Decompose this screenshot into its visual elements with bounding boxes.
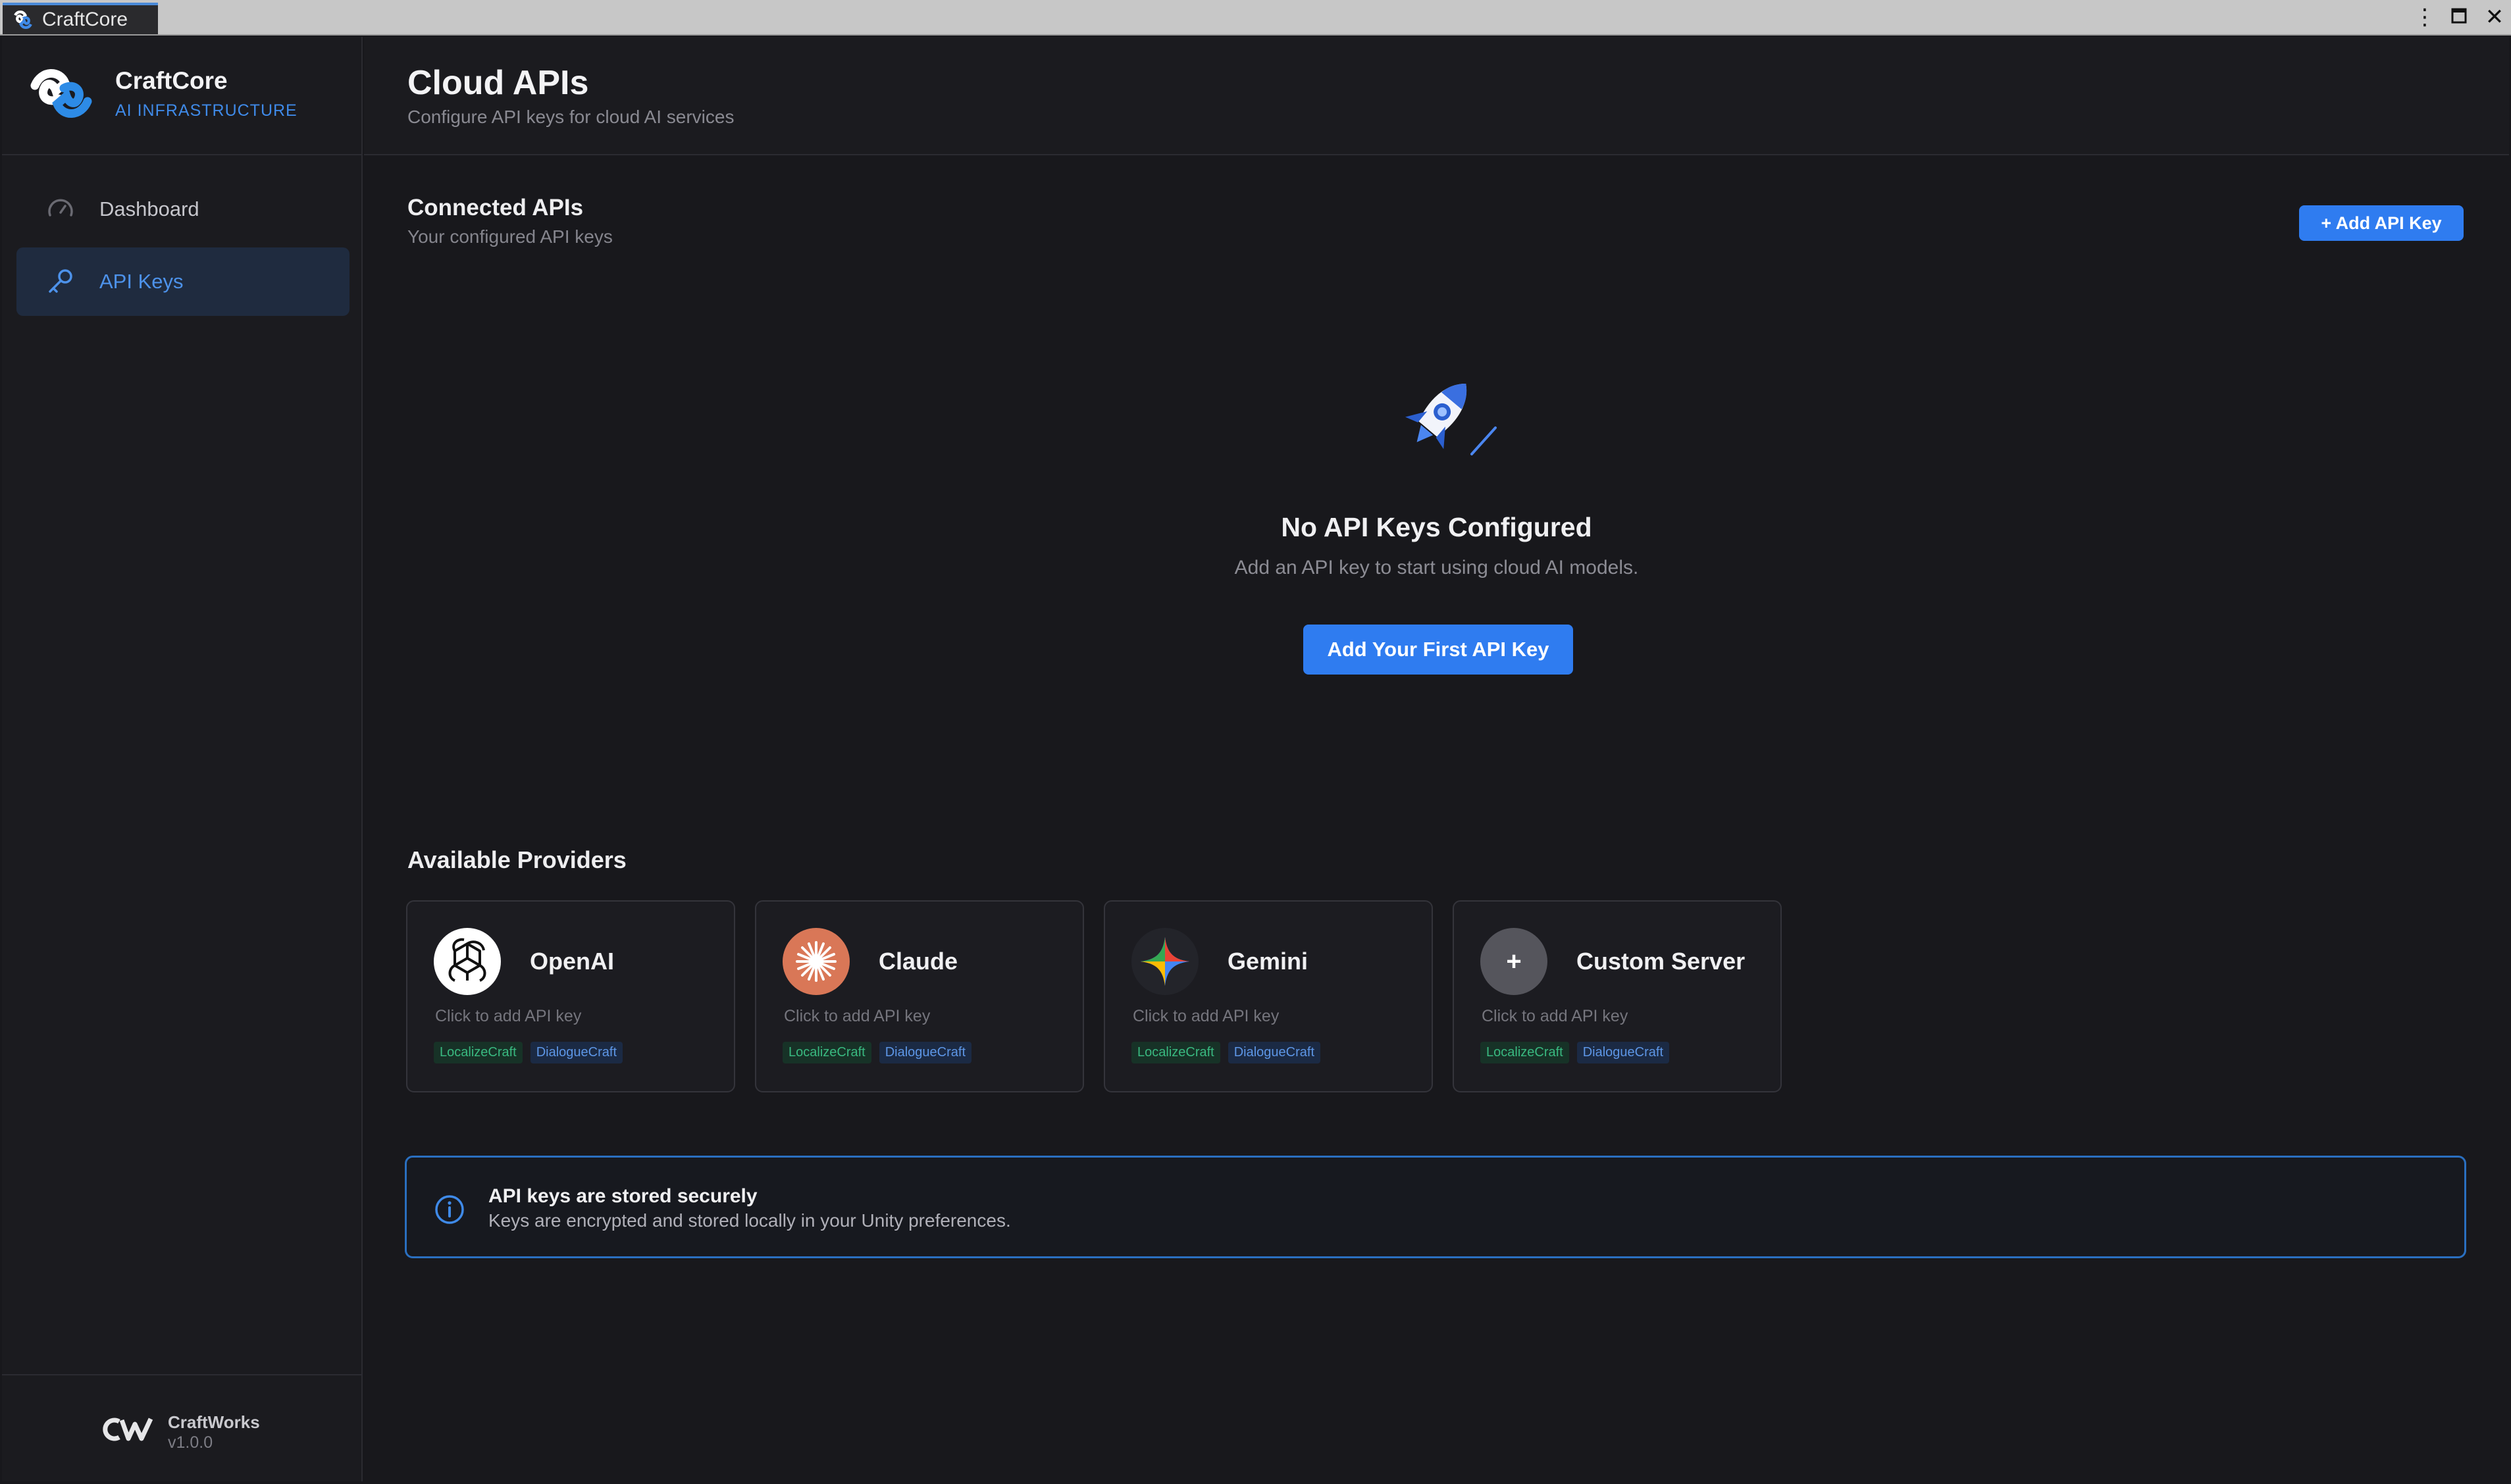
provider-tags: LocalizeCraft DialogueCraft — [1131, 1042, 1321, 1063]
info-icon — [435, 1195, 464, 1224]
empty-state-title: No API Keys Configured — [1281, 512, 1592, 542]
openai-icon — [434, 928, 501, 995]
window-tab[interactable]: CraftCore — [3, 3, 158, 34]
empty-state-description: Add an API key to start using cloud AI m… — [1234, 557, 1639, 578]
connected-apis-title: Connected APIs — [407, 195, 584, 220]
provider-hint: Click to add API key — [1133, 1007, 1280, 1025]
provider-card-claude[interactable]: Claude Click to add API key LocalizeCraf… — [755, 900, 1084, 1092]
key-icon — [49, 269, 72, 293]
close-icon[interactable]: ✕ — [2485, 4, 2504, 30]
main-content: Cloud APIs Configure API keys for cloud … — [364, 37, 2509, 1481]
page-title: Cloud APIs — [407, 64, 589, 102]
provider-hint: Click to add API key — [784, 1007, 931, 1025]
provider-name: OpenAI — [530, 948, 615, 975]
window-controls: ⋮ ✕ — [2414, 4, 2504, 30]
app-root: CraftCore AI INFRASTRUCTURE Dashboard AP… — [2, 37, 2509, 1481]
craftcore-logo-icon — [14, 10, 32, 30]
provider-name: Claude — [879, 948, 958, 975]
provider-hint: Click to add API key — [435, 1007, 582, 1025]
footer-version: v1.0.0 — [168, 1433, 213, 1452]
more-options-icon[interactable]: ⋮ — [2414, 4, 2436, 30]
provider-card-openai[interactable]: OpenAI Click to add API key LocalizeCraf… — [406, 900, 735, 1092]
gemini-icon — [1131, 928, 1199, 995]
tag-dialoguecraft: DialogueCraft — [530, 1042, 623, 1063]
provider-name: Custom Server — [1576, 948, 1746, 975]
security-info-box: API keys are stored securely Keys are en… — [405, 1156, 2466, 1258]
available-providers-title: Available Providers — [407, 846, 627, 873]
add-first-api-key-button[interactable]: Add Your First API Key — [1303, 625, 1573, 675]
tag-localizecraft: LocalizeCraft — [434, 1042, 523, 1063]
sidebar-footer: CraftWorks v1.0.0 — [2, 1374, 361, 1481]
claude-icon — [783, 928, 850, 995]
footer-company-name: CraftWorks — [168, 1412, 260, 1432]
provider-tags: LocalizeCraft DialogueCraft — [1480, 1042, 1670, 1063]
tag-dialoguecraft: DialogueCraft — [1576, 1042, 1670, 1063]
provider-tags: LocalizeCraft DialogueCraft — [434, 1042, 623, 1063]
sidebar-item-dashboard[interactable]: Dashboard — [16, 175, 349, 243]
craftcore-logo-icon — [30, 69, 92, 118]
plus-icon: + — [1480, 928, 1547, 995]
info-title: API keys are stored securely — [488, 1185, 758, 1207]
provider-hint: Click to add API key — [1482, 1007, 1628, 1025]
tag-localizecraft: LocalizeCraft — [1480, 1042, 1569, 1063]
rocket-icon — [1405, 383, 1497, 455]
tag-localizecraft: LocalizeCraft — [1131, 1042, 1220, 1063]
window-titlebar: CraftCore ⋮ ✕ — [0, 0, 2511, 36]
add-api-key-button[interactable]: + Add API Key — [2299, 205, 2464, 241]
connected-apis-subtitle: Your configured API keys — [407, 226, 613, 247]
provider-card-gemini[interactable]: Gemini Click to add API key LocalizeCraf… — [1104, 900, 1433, 1092]
tag-dialoguecraft: DialogueCraft — [1228, 1042, 1321, 1063]
tag-localizecraft: LocalizeCraft — [783, 1042, 871, 1063]
brand-header: CraftCore AI INFRASTRUCTURE — [2, 37, 361, 155]
info-description: Keys are encrypted and stored locally in… — [488, 1210, 1011, 1231]
tag-dialoguecraft: DialogueCraft — [879, 1042, 972, 1063]
craftworks-logo-icon — [103, 1418, 153, 1441]
sidebar-item-label: Dashboard — [99, 197, 199, 220]
provider-card-custom-server[interactable]: + Custom Server Click to add API key Loc… — [1453, 900, 1782, 1092]
provider-tags: LocalizeCraft DialogueCraft — [783, 1042, 972, 1063]
brand-subtitle: AI INFRASTRUCTURE — [115, 101, 298, 120]
page-subtitle: Configure API keys for cloud AI services — [407, 107, 735, 127]
sidebar-item-api-keys[interactable]: API Keys — [16, 247, 349, 316]
sidebar: CraftCore AI INFRASTRUCTURE Dashboard AP… — [2, 37, 363, 1481]
gauge-icon — [48, 199, 73, 217]
window-tab-label: CraftCore — [42, 9, 128, 30]
page-header: Cloud APIs Configure API keys for cloud … — [364, 37, 2509, 155]
maximize-icon[interactable] — [2449, 4, 2469, 30]
sidebar-item-label: API Keys — [99, 270, 184, 293]
brand-name: CraftCore — [115, 67, 228, 94]
provider-name: Gemini — [1228, 948, 1308, 975]
